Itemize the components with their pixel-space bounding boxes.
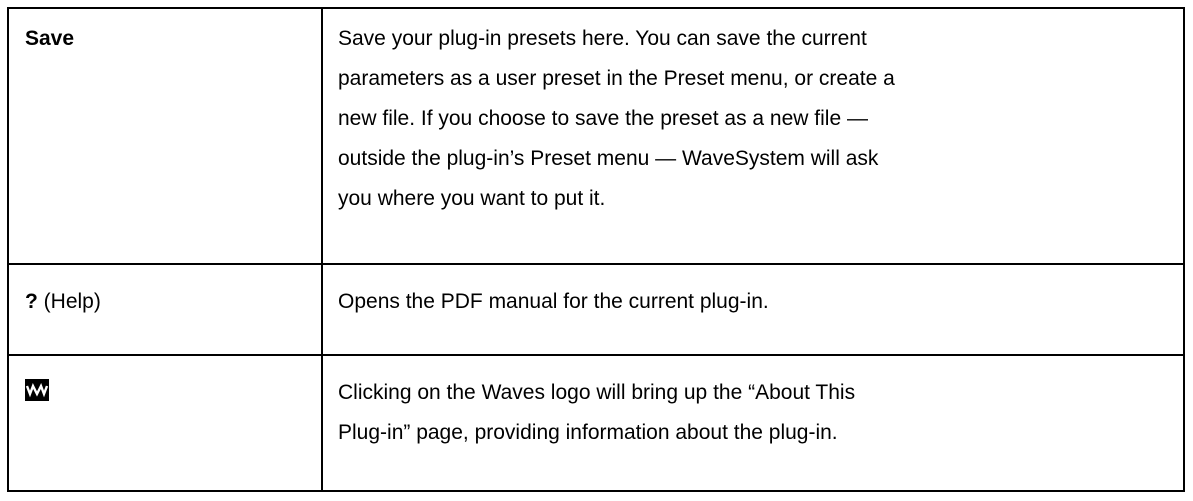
description-cell: Save your plug-in presets here. You can …: [321, 7, 1185, 265]
description-line: new file. If you choose to save the pres…: [338, 107, 868, 130]
table-row: ? (Help) Opens the PDF manual for the cu…: [7, 263, 1185, 356]
description-line: Clicking on the Waves logo will bring up…: [338, 381, 856, 404]
reference-table: Save Save your plug-in presets here. You…: [7, 7, 1185, 492]
table-row: Save Save your plug-in presets here. You…: [7, 7, 1185, 265]
description-line: Save your plug-in presets here. You can …: [338, 27, 867, 50]
waves-logo-icon[interactable]: [25, 379, 49, 401]
term-help-symbol: ?: [25, 290, 38, 313]
description-line: outside the plug-in’s Preset menu — Wave…: [338, 147, 879, 170]
term-cell: Save: [7, 7, 323, 265]
term-save: Save: [25, 27, 75, 50]
table-row: Clicking on the Waves logo will bring up…: [7, 354, 1185, 492]
description-line: parameters as a user preset in the Prese…: [338, 67, 895, 90]
description-cell: Clicking on the Waves logo will bring up…: [321, 354, 1185, 492]
term-cell: ? (Help): [7, 263, 323, 356]
description-line: Plug-in” page, providing information abo…: [338, 421, 838, 444]
term-help-label: (Help): [37, 290, 101, 313]
description-cell: Opens the PDF manual for the current plu…: [321, 263, 1185, 356]
description-line: Opens the PDF manual for the current plu…: [338, 290, 769, 313]
term-cell: [7, 354, 323, 492]
description-line: you where you want to put it.: [338, 187, 606, 210]
